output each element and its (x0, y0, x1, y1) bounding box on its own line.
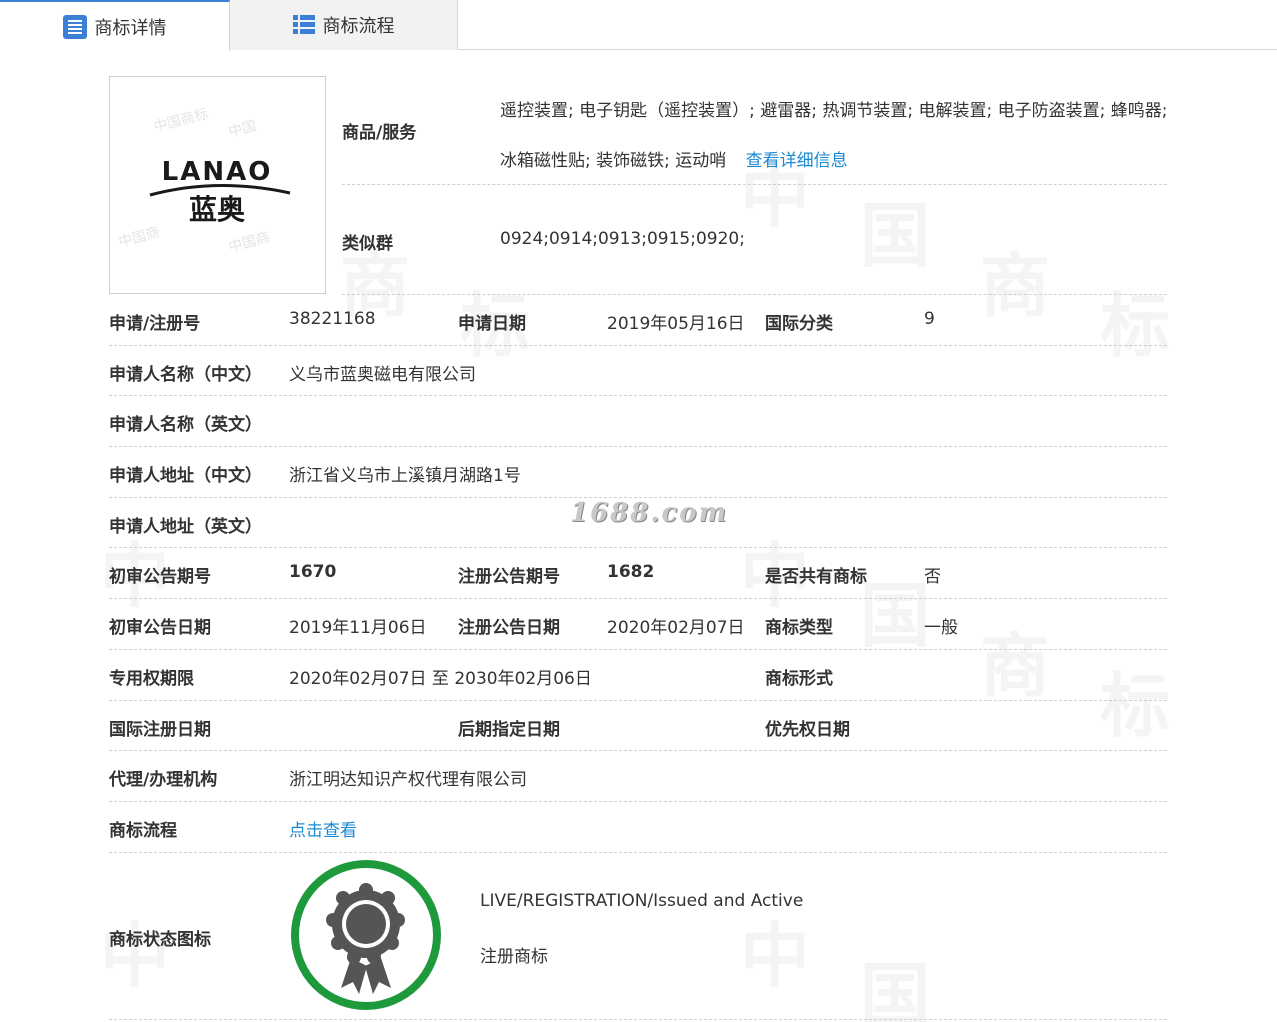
shared-label: 是否共有商标 (765, 567, 867, 587)
divider (109, 649, 1167, 650)
divider (109, 852, 1167, 853)
form-label: 商标形式 (765, 669, 833, 689)
status-en-value: LIVE/REGISTRATION/Issued and Active (480, 891, 804, 911)
svg-text:中国商标: 中国商标 (152, 106, 210, 136)
watermark-char: 中 (100, 900, 170, 1001)
svg-text:LANAO: LANAO (162, 157, 273, 187)
prelim-issue-label: 初审公告期号 (109, 567, 211, 587)
intl-reg-date-label: 国际注册日期 (109, 720, 211, 740)
applicant-en-label: 申请人名称（英文） (109, 415, 262, 435)
table-icon (292, 15, 315, 34)
svg-text:中国: 中国 (227, 118, 258, 141)
flow-label: 商标流程 (109, 821, 177, 841)
term-value: 2020年02月07日 至 2030年02月06日 (289, 669, 592, 689)
address-cn-label: 申请人地址（中文） (109, 466, 262, 486)
divider (109, 700, 1167, 701)
status-cn-value: 注册商标 (480, 947, 548, 967)
tab-label: 商标详情 (94, 17, 167, 39)
agent-label: 代理/办理机构 (109, 770, 218, 790)
term-label: 专用权期限 (109, 669, 194, 689)
watermark-char: 商 (980, 610, 1050, 711)
watermark-char: 中 (740, 900, 810, 1001)
similar-group-label: 类似群 (342, 234, 393, 254)
watermark-char: 国 (860, 940, 930, 1022)
type-value: 一般 (924, 618, 958, 638)
app-date-value: 2019年05月16日 (607, 314, 745, 334)
intl-class-value: 9 (924, 309, 935, 329)
shared-value: 否 (924, 567, 941, 587)
prelim-issue-value: 1670 (289, 562, 337, 582)
type-label: 商标类型 (765, 618, 833, 638)
trademark-logo-image: 中国商标 中国 中国商 中国商 LANAO 蓝奥 (109, 76, 326, 294)
site-watermark: 1688.com (570, 498, 729, 528)
watermark-char: 标 (1100, 270, 1170, 371)
tab-label: 商标流程 (322, 16, 395, 37)
divider (109, 598, 1167, 599)
registered-badge-icon (291, 860, 441, 1010)
list-icon (62, 14, 87, 39)
view-details-link[interactable]: 查看详细信息 (746, 151, 848, 171)
reg-no-label: 申请/注册号 (109, 314, 201, 334)
reg-issue-label: 注册公告期号 (458, 567, 560, 587)
watermark-char: 商 (980, 230, 1050, 331)
tab-bar: 商标详情 商标流程 (0, 0, 1277, 51)
reg-date-value: 2020年02月07日 (607, 618, 745, 638)
divider (109, 446, 1167, 447)
divider (109, 395, 1167, 396)
divider (342, 294, 1167, 295)
tab-trademark-details[interactable]: 商标详情 (0, 0, 230, 51)
view-flow-link[interactable]: 点击查看 (289, 816, 357, 841)
divider (109, 345, 1167, 346)
similar-group-value: 0924;0914;0913;0915;0920; (500, 229, 745, 249)
tab-trademark-flow[interactable]: 商标流程 (230, 0, 458, 50)
watermark-char: 国 (860, 180, 930, 281)
goods-label: 商品/服务 (342, 123, 417, 143)
divider (342, 184, 1167, 185)
divider (109, 547, 1167, 548)
divider (109, 801, 1167, 802)
later-date-label: 后期指定日期 (458, 720, 560, 740)
intl-class-label: 国际分类 (765, 314, 833, 334)
priority-label: 优先权日期 (765, 720, 850, 740)
watermark-char: 国 (860, 560, 930, 661)
status-label: 商标状态图标 (109, 930, 211, 950)
goods-value: 遥控装置; 电子钥匙（遥控装置）; 避雷器; 热调节装置; 电解装置; 电子防盗… (500, 86, 1172, 186)
agent-value: 浙江明达知识产权代理有限公司 (289, 770, 527, 790)
divider (109, 750, 1167, 751)
svg-text:中国商: 中国商 (227, 230, 272, 256)
trademark-logo: 中国商标 中国 中国商 中国商 LANAO 蓝奥 (117, 106, 291, 256)
applicant-cn-label: 申请人名称（中文） (109, 365, 262, 385)
svg-text:蓝奥: 蓝奥 (189, 193, 245, 226)
prelim-date-label: 初审公告日期 (109, 618, 211, 638)
svg-text:中国商: 中国商 (117, 225, 162, 251)
reg-date-label: 注册公告日期 (458, 618, 560, 638)
divider (109, 1019, 1167, 1020)
reg-no-value: 38221168 (289, 309, 376, 329)
app-date-label: 申请日期 (458, 314, 526, 334)
reg-issue-value: 1682 (607, 562, 655, 582)
applicant-cn-value: 义乌市蓝奥磁电有限公司 (289, 365, 476, 385)
address-cn-value: 浙江省义乌市上溪镇月湖路1号 (289, 466, 521, 486)
address-en-label: 申请人地址（英文） (109, 517, 262, 537)
prelim-date-value: 2019年11月06日 (289, 618, 427, 638)
